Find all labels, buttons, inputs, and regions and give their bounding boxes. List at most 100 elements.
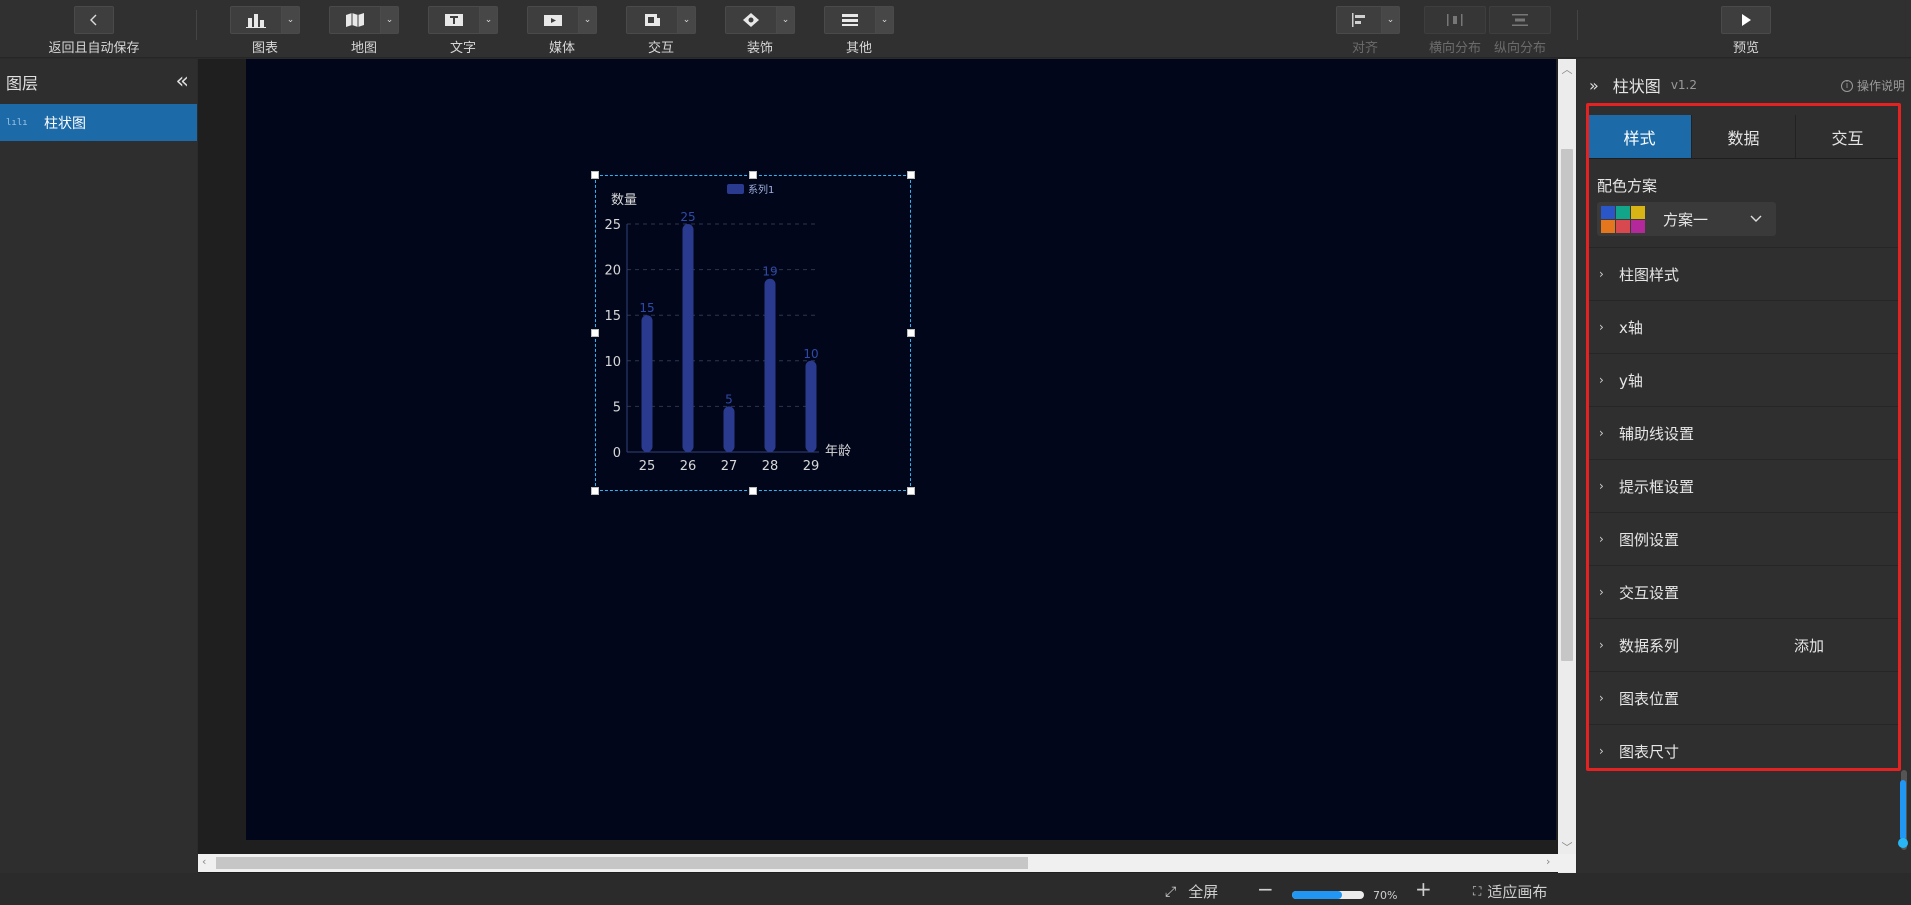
bar [682,224,694,452]
vertical-distribute-label: 纵向分布 [1493,41,1546,56]
highlight-frame [1586,103,1901,771]
toolbar-divider [196,10,197,40]
collapse-left-icon[interactable]: « [176,70,189,93]
legend-label: 系列1 [748,183,774,196]
scrollbar-thumb[interactable] [216,857,1028,869]
layer-item[interactable]: lılı 柱状图 [0,104,197,141]
tool-media[interactable]: ⌄ 媒体 [527,6,597,56]
chevron-down-icon[interactable]: ⌄ [678,6,696,34]
panel-scroll-knob[interactable] [1898,838,1908,848]
vertical-scrollbar[interactable]: ︿ ﹀ [1558,59,1576,873]
resize-handle[interactable] [907,329,915,337]
bar [764,278,776,452]
back-button[interactable]: 返回且自动保存 [44,6,144,56]
scrollbar-thumb[interactable] [1561,149,1573,661]
bar-chart-icon[interactable] [230,6,282,34]
scroll-up-icon[interactable]: ︿ [1558,61,1576,77]
tool-interaction-label: 交互 [647,41,674,56]
chevron-down-icon[interactable]: ⌄ [579,6,597,34]
bar-chart-icon: lılı [6,117,28,128]
tool-chart[interactable]: ⌄ 图表 [230,6,300,56]
other-icon[interactable] [824,6,876,34]
back-arrow-icon [74,6,114,34]
decoration-icon[interactable] [725,6,777,34]
x-tick-label: 25 [639,459,656,474]
chevron-down-icon[interactable]: ⌄ [1382,6,1400,34]
media-icon[interactable] [527,6,579,34]
zoom-in-button[interactable]: + [1415,877,1432,901]
horizontal-scrollbar[interactable]: ‹ › [198,854,1576,872]
resize-handle[interactable] [591,487,599,495]
status-bar: ⤢ 全屏 − + ⛶ 适应画布 [0,873,1911,905]
resize-handle[interactable] [591,171,599,179]
resize-handle[interactable] [749,171,757,179]
expand-right-icon[interactable]: » [1589,76,1599,95]
x-tick-label: 29 [803,459,820,474]
align-left-icon[interactable] [1336,6,1382,34]
map-icon[interactable] [329,6,381,34]
properties-panel: » 柱状图 v1.2 i 操作说明 样式 数据 交互 配色方案 方案一 › 柱图样… [1577,59,1911,873]
fit-canvas-button[interactable]: ⛶ 适应画布 [1473,881,1547,902]
x-axis-title: 年龄 [825,444,851,459]
data-label: 19 [762,265,777,279]
y-axis-title: 数量 [611,193,637,208]
data-label: 25 [680,210,695,224]
vertical-distribute-button[interactable]: 纵向分布 [1488,6,1552,56]
text-icon[interactable] [428,6,480,34]
layer-label: 柱状图 [44,115,86,132]
chevron-down-icon[interactable]: ⌄ [876,6,894,34]
preview-button[interactable]: 预览 [1721,6,1771,56]
component-version: v1.2 [1670,78,1697,92]
resize-handle[interactable] [591,329,599,337]
resize-handle[interactable] [749,487,757,495]
align-button[interactable]: ⌄ 对齐 [1336,6,1400,56]
data-label: 5 [725,392,733,406]
top-toolbar: 返回且自动保存 ⌄ 图表 ⌄ 地图 ⌄ 文字 ⌄ 媒体 ⌄ 交互 ⌄ 装饰 ⌄ … [0,0,1911,58]
tool-interaction[interactable]: ⌄ 交互 [626,6,696,56]
fullscreen-button[interactable]: ⤢ 全屏 [1165,881,1218,902]
distribute-horizontal-icon [1424,6,1486,34]
chevron-down-icon[interactable]: ⌄ [777,6,795,34]
info-icon: i [1840,79,1853,92]
scroll-down-icon[interactable]: ﹀ [1558,839,1576,855]
horizontal-distribute-button[interactable]: 横向分布 [1423,6,1487,56]
scroll-right-icon[interactable]: › [1546,855,1550,868]
tool-text-label: 文字 [449,41,476,56]
y-tick-label: 0 [613,446,621,461]
tool-chart-label: 图表 [251,41,278,56]
layers-panel: 图层 « lılı 柱状图 [0,59,197,905]
resize-handle[interactable] [907,487,915,495]
zoom-out-button[interactable]: − [1257,877,1274,901]
fullscreen-label: 全屏 [1188,883,1219,901]
y-tick-label: 25 [604,218,621,233]
interaction-icon[interactable] [626,6,678,34]
tool-other-label: 其他 [845,41,872,56]
layers-header: 图层 « [0,59,197,104]
tool-map[interactable]: ⌄ 地图 [329,6,399,56]
layers-title: 图层 [6,73,39,93]
fit-canvas-icon: ⛶ [1473,884,1482,898]
tool-text[interactable]: ⌄ 文字 [428,6,498,56]
tool-decoration-label: 装饰 [746,41,773,56]
help-label: 操作说明 [1856,79,1905,93]
data-label: 10 [803,347,818,361]
chevron-down-icon[interactable]: ⌄ [282,6,300,34]
tool-other[interactable]: ⌄ 其他 [824,6,894,56]
x-tick-label: 26 [680,459,697,474]
y-tick-label: 15 [604,309,621,324]
chart-widget[interactable]: 系列1 数量 0 5 10 15 20 25 15 25 25 26 5 27 19 28 10 29 年龄 [591,171,915,495]
help-link[interactable]: i 操作说明 [1840,77,1905,94]
resize-handle[interactable] [907,171,915,179]
component-title: 柱状图 [1612,77,1661,96]
chevron-down-icon[interactable]: ⌄ [480,6,498,34]
x-tick-label: 28 [762,459,779,474]
y-tick-label: 5 [613,400,621,415]
zoom-percent: 70% [1373,889,1398,902]
chevron-down-icon[interactable]: ⌄ [381,6,399,34]
tool-decoration[interactable]: ⌄ 装饰 [725,6,795,56]
zoom-slider-fill [1292,891,1342,899]
bar [805,360,817,452]
bar [723,406,735,452]
scroll-left-icon[interactable]: ‹ [202,855,206,868]
play-icon [1721,6,1771,34]
